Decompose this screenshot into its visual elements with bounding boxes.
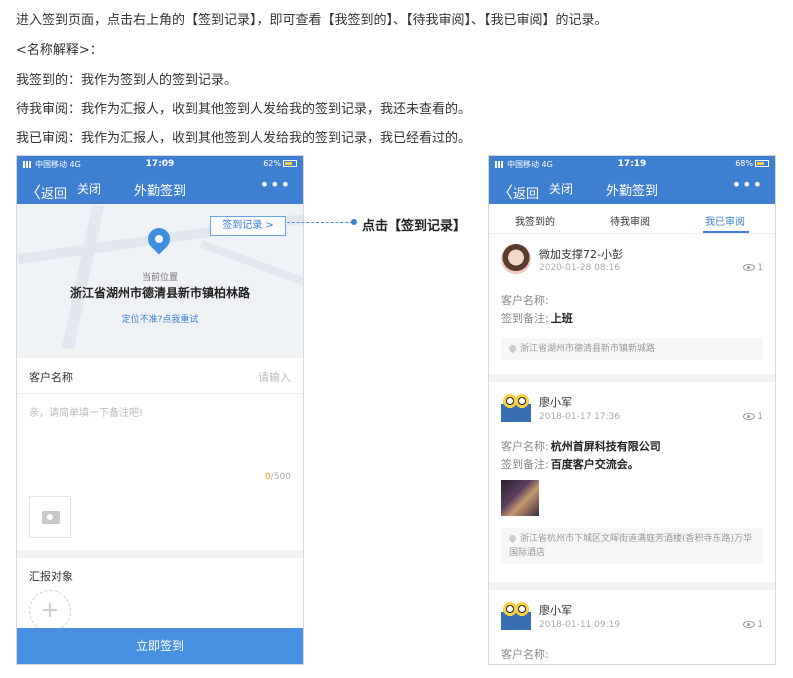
- more-menu-button[interactable]: •••: [260, 175, 291, 194]
- record-card[interactable]: 廖小军 2018-01-11 09:19 1 客户名称:: [489, 590, 775, 664]
- annotation-label: 点击【签到记录】: [362, 219, 467, 234]
- view-count: 1: [743, 263, 763, 273]
- add-reporter-button[interactable]: +: [29, 590, 71, 632]
- more-menu-button[interactable]: •••: [732, 175, 763, 194]
- tab-my-checkins[interactable]: 我签到的: [515, 213, 555, 228]
- doc-definition-mine: 我签到的：我作为签到人的签到记录。: [16, 73, 238, 88]
- avatar: [501, 392, 531, 422]
- address-box: 浙江省杭州市下城区文晖街道满庭芳酒楼(香积寺东路)万华国际酒店: [501, 528, 763, 564]
- annotation-dot: [351, 219, 357, 225]
- record-date: 2020-01-28 08:16: [539, 263, 621, 273]
- remark-row: 签到备注: 百度客户交流会。: [501, 458, 639, 471]
- record-card[interactable]: 微加支撑72-小彭 2020-01-28 08:16 1 客户名称: 签到备注:…: [489, 234, 775, 374]
- battery-percent: 62%: [263, 159, 281, 168]
- map-view[interactable]: 签到记录 > 当前位置 浙江省湖州市德清县新市镇柏林路 定位不准?点我重试: [17, 204, 303, 350]
- record-card[interactable]: 廖小军 2018-01-17 17:36 1 客户名称: 杭州首屏科技有限公司 签…: [489, 382, 775, 582]
- customer-label: 客户名称: [29, 371, 73, 384]
- location-icon: [507, 343, 518, 354]
- nav-bar: 〈返回 关闭 外勤签到 •••: [489, 172, 775, 204]
- report-to-section: 汇报对象 +: [17, 558, 303, 632]
- clock: 17:09: [145, 159, 175, 169]
- doc-glossary-heading: <名称解释>：: [16, 43, 103, 58]
- customer-row: 客户名称: 杭州首屏科技有限公司: [501, 440, 661, 453]
- tab-pending-review[interactable]: 待我审阅: [610, 213, 650, 228]
- battery-icon: [755, 160, 769, 167]
- customer-row: 客户名称:: [501, 648, 549, 661]
- customer-row: 客户名称:: [501, 294, 549, 307]
- eye-icon: [743, 413, 756, 420]
- checkin-phone-screen: 中国移动 4G 17:09 62% 〈返回 关闭 外勤签到 ••• 签到记录 >…: [16, 155, 304, 665]
- avatar: [501, 600, 531, 630]
- nav-bar: 〈返回 关闭 外勤签到 •••: [17, 172, 303, 204]
- add-photo-button[interactable]: [29, 496, 71, 538]
- remark-textarea[interactable]: 亲，请简单填一下备注吧! 0/500: [17, 394, 303, 492]
- location-pin-icon: [143, 223, 175, 255]
- records-phone-screen: 中国移动 4G 17:19 68% 〈返回 关闭 外勤签到 ••• 我签到的 待…: [488, 155, 776, 665]
- battery-percent: 68%: [735, 159, 753, 168]
- photo-thumbnail[interactable]: [501, 480, 539, 516]
- report-to-label: 汇报对象: [29, 570, 73, 583]
- tab-reviewed[interactable]: 我已审阅: [705, 213, 745, 228]
- record-date: 2018-01-11 09:19: [539, 620, 621, 630]
- remark-row: 签到备注: 上班: [501, 312, 573, 325]
- checkin-submit-button[interactable]: 立即签到: [17, 628, 303, 664]
- annotation-leader-line: [287, 222, 353, 223]
- char-counter: 0/500: [265, 472, 291, 482]
- address-box: 浙江省湖州市德清县新市镇新城路: [501, 338, 763, 360]
- battery-icon: [283, 160, 297, 167]
- record-date: 2018-01-17 17:36: [539, 412, 621, 422]
- status-bar: 中国移动 4G 17:19 68%: [489, 156, 775, 172]
- avatar: [501, 244, 531, 274]
- records-tabs: 我签到的 待我审阅 我已审阅: [489, 204, 775, 234]
- doc-definition-reviewed: 我已审阅：我作为汇报人，收到其他签到人发给我的签到记录，我已经看过的。: [16, 131, 472, 146]
- view-count: 1: [743, 412, 763, 422]
- location-icon: [507, 533, 518, 544]
- customer-input[interactable]: 请输入: [258, 369, 291, 385]
- eye-icon: [743, 621, 756, 628]
- remark-placeholder: 亲，请简单填一下备注吧!: [29, 408, 144, 419]
- status-bar: 中国移动 4G 17:09 62%: [17, 156, 303, 172]
- view-count: 1: [743, 620, 763, 630]
- user-name: 廖小军: [539, 396, 572, 409]
- doc-intro-line: 进入签到页面，点击右上角的【签到记录】，即可查看【我签到的】、【待我审阅】、【我…: [16, 13, 608, 28]
- location-address: 浙江省湖州市德清县新市镇柏林路: [69, 286, 250, 300]
- active-tab-indicator: [703, 231, 749, 233]
- checkin-records-button[interactable]: 签到记录 >: [210, 216, 286, 236]
- eye-icon: [743, 264, 756, 271]
- camera-icon: [42, 511, 60, 524]
- relocate-link[interactable]: 定位不准?点我重试: [17, 312, 303, 325]
- customer-field[interactable]: 客户名称 请输入: [17, 358, 303, 394]
- location-caption: 当前位置: [141, 273, 178, 283]
- doc-definition-pending: 待我审阅：我作为汇报人，收到其他签到人发给我的签到记录，我还未查看的。: [16, 102, 472, 117]
- user-name: 微加支撑72-小彭: [539, 248, 623, 261]
- user-name: 廖小军: [539, 604, 572, 617]
- clock: 17:19: [617, 159, 647, 169]
